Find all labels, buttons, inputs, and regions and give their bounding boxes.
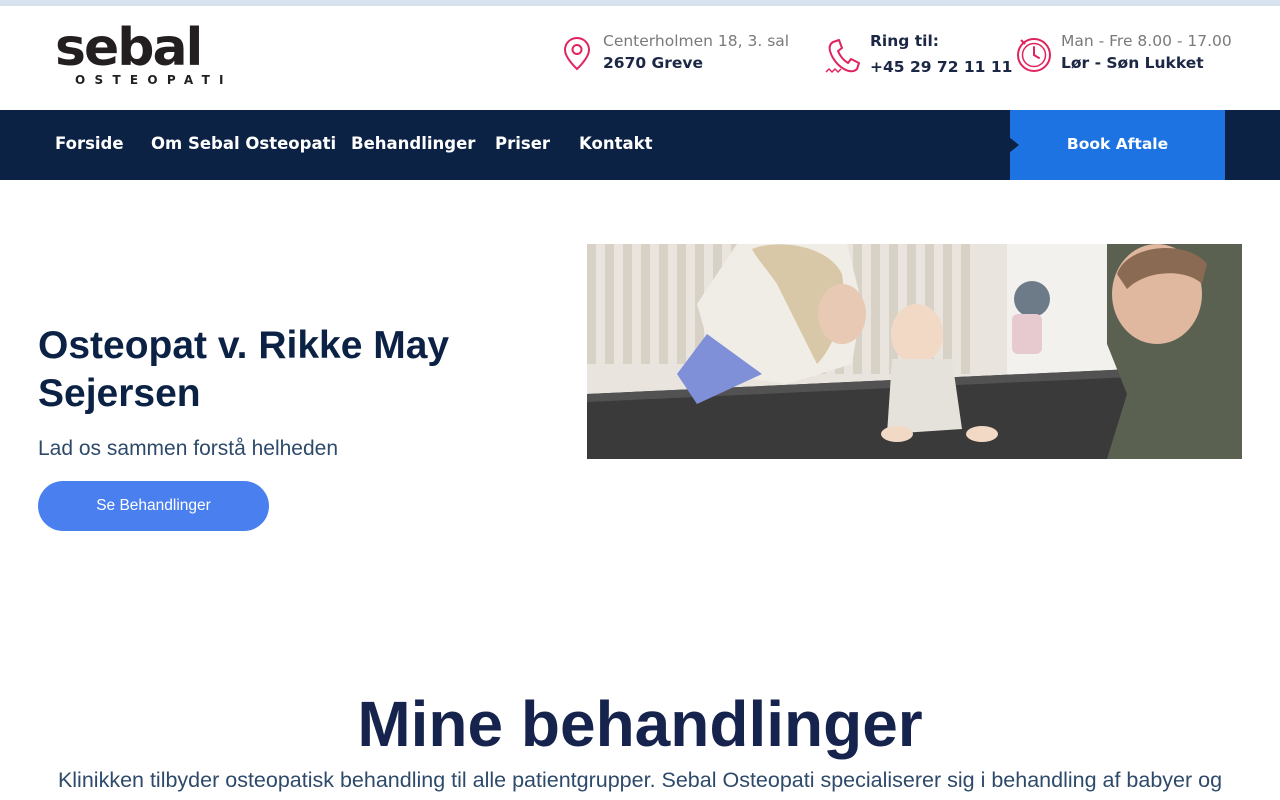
nav-item-forside[interactable]: Forside bbox=[55, 134, 124, 153]
hours-weekend: Lør - Søn Lukket bbox=[1061, 54, 1204, 72]
clock-icon bbox=[1015, 36, 1053, 79]
site-header: sebal OSTEOPATI Centerholmen 18, 3. sal … bbox=[0, 6, 1280, 110]
address-street: Centerholmen 18, 3. sal bbox=[603, 32, 790, 50]
logo-subtitle: OSTEOPATI bbox=[75, 73, 233, 87]
phone-number[interactable]: +45 29 72 11 11 bbox=[870, 58, 1012, 76]
treatments-intro: Klinikken tilbyder osteopatisk behandlin… bbox=[57, 768, 1223, 792]
nav-item-kontakt[interactable]: Kontakt bbox=[579, 134, 652, 153]
hero-subtitle: Lad os sammen forstå helheden bbox=[38, 437, 339, 460]
nav-item-behandlinger[interactable]: Behandlinger bbox=[351, 134, 475, 153]
logo-wordmark: sebal bbox=[55, 18, 203, 78]
site-logo[interactable]: sebal OSTEOPATI bbox=[55, 18, 255, 90]
phone-icon bbox=[824, 36, 862, 81]
treatments-title: Mine behandlinger bbox=[357, 688, 923, 760]
see-treatments-button[interactable]: Se Behandlinger bbox=[38, 481, 269, 531]
hero-title: Osteopat v. Rikke May Sejersen bbox=[38, 324, 450, 415]
main-nav: Forside Om Sebal Osteopati Behandlinger … bbox=[0, 110, 1280, 180]
phone-label: Ring til: bbox=[870, 32, 940, 50]
nav-item-om-sebal-osteopati[interactable]: Om Sebal Osteopati bbox=[151, 134, 336, 153]
hero-photo bbox=[587, 244, 1242, 459]
book-appointment-button[interactable]: Book Aftale bbox=[1010, 110, 1225, 180]
map-pin-icon bbox=[563, 36, 591, 77]
address-city: 2670 Greve bbox=[603, 54, 704, 72]
nav-item-priser[interactable]: Priser bbox=[495, 134, 550, 153]
hours-weekdays: Man - Fre 8.00 - 17.00 bbox=[1061, 32, 1232, 50]
book-button-notch bbox=[1009, 137, 1019, 153]
